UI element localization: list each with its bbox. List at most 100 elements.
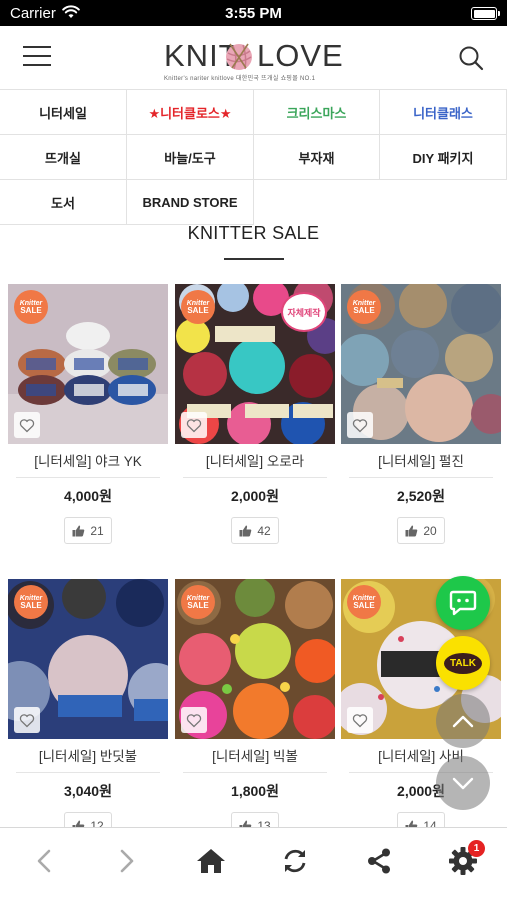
product-name[interactable]: [니터세일] 오로라 [175,450,335,470]
category-label: ★니터클로스★ [148,105,232,121]
section-underline [224,258,284,260]
category-label: 부자재 [298,150,335,166]
sale-badge: Knitter SALE [347,585,381,619]
product-image[interactable]: Knitter SALE [8,579,168,739]
category-label: 니터클래스 [413,105,473,121]
product-name[interactable]: [니터세일] 빅볼 [175,745,335,765]
heart-icon[interactable] [14,412,40,438]
product-card[interactable]: Knitter SALE [니터세일] 펄진 2,520원 20 [341,284,501,546]
thumbs-up-icon [239,820,252,827]
category-label: 니터세일 [39,105,87,121]
product-card[interactable]: Knitter SALE [니터세일] 빅볼 1,800원 13 [175,579,335,827]
category-yarn[interactable]: 뜨개실 [0,135,127,180]
sale-badge: Knitter SALE [181,290,215,324]
category-menu: 니터세일 ★니터클로스★ 크리스마스 니터클래스 뜨개실 바늘/도구 부자재 D… [0,89,507,225]
product-name[interactable]: [니터세일] 반딧불 [8,745,168,765]
category-knitter-sale[interactable]: 니터세일 [0,90,127,135]
kakao-talk-button[interactable]: TALK [436,636,490,690]
category-knitter-cloth[interactable]: ★니터클로스★ [127,90,254,135]
thumbs-up-icon [72,820,85,827]
share-button[interactable] [359,844,399,878]
product-image[interactable]: Knitter SALE 자체제작 [175,284,335,444]
sale-badge: Knitter SALE [347,290,381,324]
product-image[interactable]: Knitter SALE [341,284,501,444]
chevron-up-icon [452,715,474,727]
like-count: 12 [90,818,104,828]
home-icon [197,849,225,873]
product-tag: 자체제작 [281,292,327,332]
heart-icon[interactable] [181,707,207,733]
product-price: 3,040원 [64,783,112,799]
chat-button[interactable] [436,576,490,630]
like-button[interactable]: 14 [397,812,445,827]
sale-badge: Knitter SALE [14,290,48,324]
divider [183,772,327,773]
like-count: 20 [423,523,437,538]
like-count: 14 [423,818,437,828]
heart-icon[interactable] [181,412,207,438]
category-label: 뜨개실 [45,150,81,166]
scroll-up-button[interactable] [436,694,490,748]
like-count: 21 [90,523,104,538]
heart-icon[interactable] [14,707,40,733]
share-icon [368,848,390,874]
logo-text-love: LOVE [257,38,344,73]
product-name[interactable]: [니터세일] 야크 YK [8,450,168,470]
clock: 3:55 PM [225,5,282,22]
thumbs-up-icon [239,525,252,536]
scroll-down-button[interactable] [436,756,490,810]
category-label: 바늘/도구 [164,150,216,166]
kakao-talk-icon: TALK [444,652,482,674]
chevron-down-icon [452,777,474,789]
category-brand-store[interactable]: BRAND STORE [127,180,254,225]
product-price: 4,000원 [64,488,112,504]
home-button[interactable] [191,844,231,878]
chat-icon [449,590,477,616]
like-button[interactable]: 21 [64,517,112,544]
category-label: 크리스마스 [286,105,347,121]
sale-badge: Knitter SALE [181,585,215,619]
heart-icon[interactable] [347,707,373,733]
category-notions[interactable]: 부자재 [254,135,380,180]
product-card[interactable]: Knitter SALE [니터세일] 반딧불 3,040원 12 [8,579,168,827]
back-button[interactable] [24,844,64,878]
battery-icon [471,7,500,20]
heart-icon[interactable] [347,412,373,438]
category-label: 도서 [51,195,75,211]
forward-arrow-icon [120,849,134,873]
category-knitter-class[interactable]: 니터클래스 [380,90,507,135]
settings-button[interactable]: 1 [443,840,485,878]
thumbs-up-icon [405,820,418,827]
like-button[interactable]: 20 [397,517,445,544]
like-button[interactable]: 42 [231,517,279,544]
like-button[interactable]: 12 [64,812,112,827]
menu-icon[interactable] [23,46,51,68]
divider [183,477,327,478]
section-title: KNITTER SALE [187,223,320,243]
category-books[interactable]: 도서 [0,180,127,225]
product-card[interactable]: Knitter SALE 자체제작 [니터세일] 오로라 2,000원 42 [175,284,335,546]
category-diy-package[interactable]: DIY 패키지 [380,135,507,180]
category-needles-tools[interactable]: 바늘/도구 [127,135,254,180]
like-button[interactable]: 13 [231,812,279,827]
like-count: 13 [257,818,271,828]
refresh-icon [284,849,306,873]
category-label: BRAND STORE [142,194,238,210]
app-header: KNIT LOVE Knitter's nariter knitlove 대한민… [0,26,507,90]
divider [349,477,493,478]
product-image[interactable]: Knitter SALE [175,579,335,739]
logo[interactable]: KNIT LOVE Knitter's nariter knitlove 대한민… [160,38,352,84]
refresh-button[interactable] [275,844,315,878]
logo-tagline: Knitter's nariter knitlove 대한민국 뜨개실 쇼핑몰 … [164,76,316,82]
product-card[interactable]: Knitter SALE [니터세일] 야크 YK 4,000원 21 [8,284,168,546]
status-bar: Carrier 3:55 PM [0,0,507,26]
forward-button[interactable] [107,844,147,878]
back-arrow-icon [37,849,51,873]
search-icon[interactable] [457,44,485,72]
divider [16,477,160,478]
product-name[interactable]: [니터세일] 펄진 [341,450,501,470]
divider [16,772,160,773]
product-image[interactable]: Knitter SALE [8,284,168,444]
yarn-ball-icon [226,43,252,70]
category-christmas[interactable]: 크리스마스 [254,90,380,135]
